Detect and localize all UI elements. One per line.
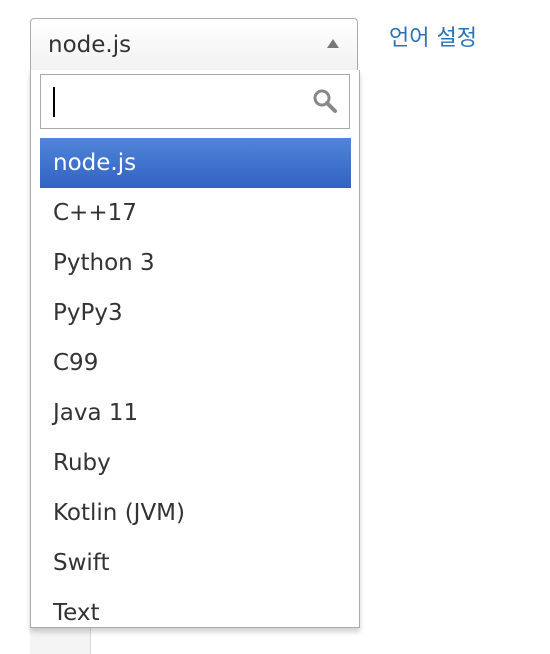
text-caret: [53, 87, 55, 117]
language-option[interactable]: PyPy3: [40, 288, 351, 338]
search-field[interactable]: [40, 74, 350, 129]
page: node.js 언어 설정 node.js C++17 Python 3 PyP…: [0, 0, 550, 654]
language-option[interactable]: node.js: [40, 138, 351, 188]
language-select-value: node.js: [48, 32, 132, 58]
arrow-up-icon: [327, 39, 339, 48]
language-option[interactable]: Java 11: [40, 388, 351, 438]
language-option[interactable]: Ruby: [40, 438, 351, 488]
language-select[interactable]: node.js: [30, 18, 358, 70]
language-option[interactable]: C99: [40, 338, 351, 388]
language-option[interactable]: Text: [40, 588, 351, 627]
search-icon: [313, 89, 337, 113]
language-option[interactable]: Kotlin (JVM): [40, 488, 351, 538]
language-option[interactable]: Python 3: [40, 238, 351, 288]
language-option[interactable]: C++17: [40, 188, 351, 238]
language-settings-link[interactable]: 언어 설정: [389, 24, 477, 54]
language-options: node.js C++17 Python 3 PyPy3 C99 Java 11…: [40, 138, 351, 627]
search-input[interactable]: [42, 76, 302, 127]
language-dropdown: node.js C++17 Python 3 PyPy3 C99 Java 11…: [30, 70, 360, 628]
language-option[interactable]: Swift: [40, 538, 351, 588]
